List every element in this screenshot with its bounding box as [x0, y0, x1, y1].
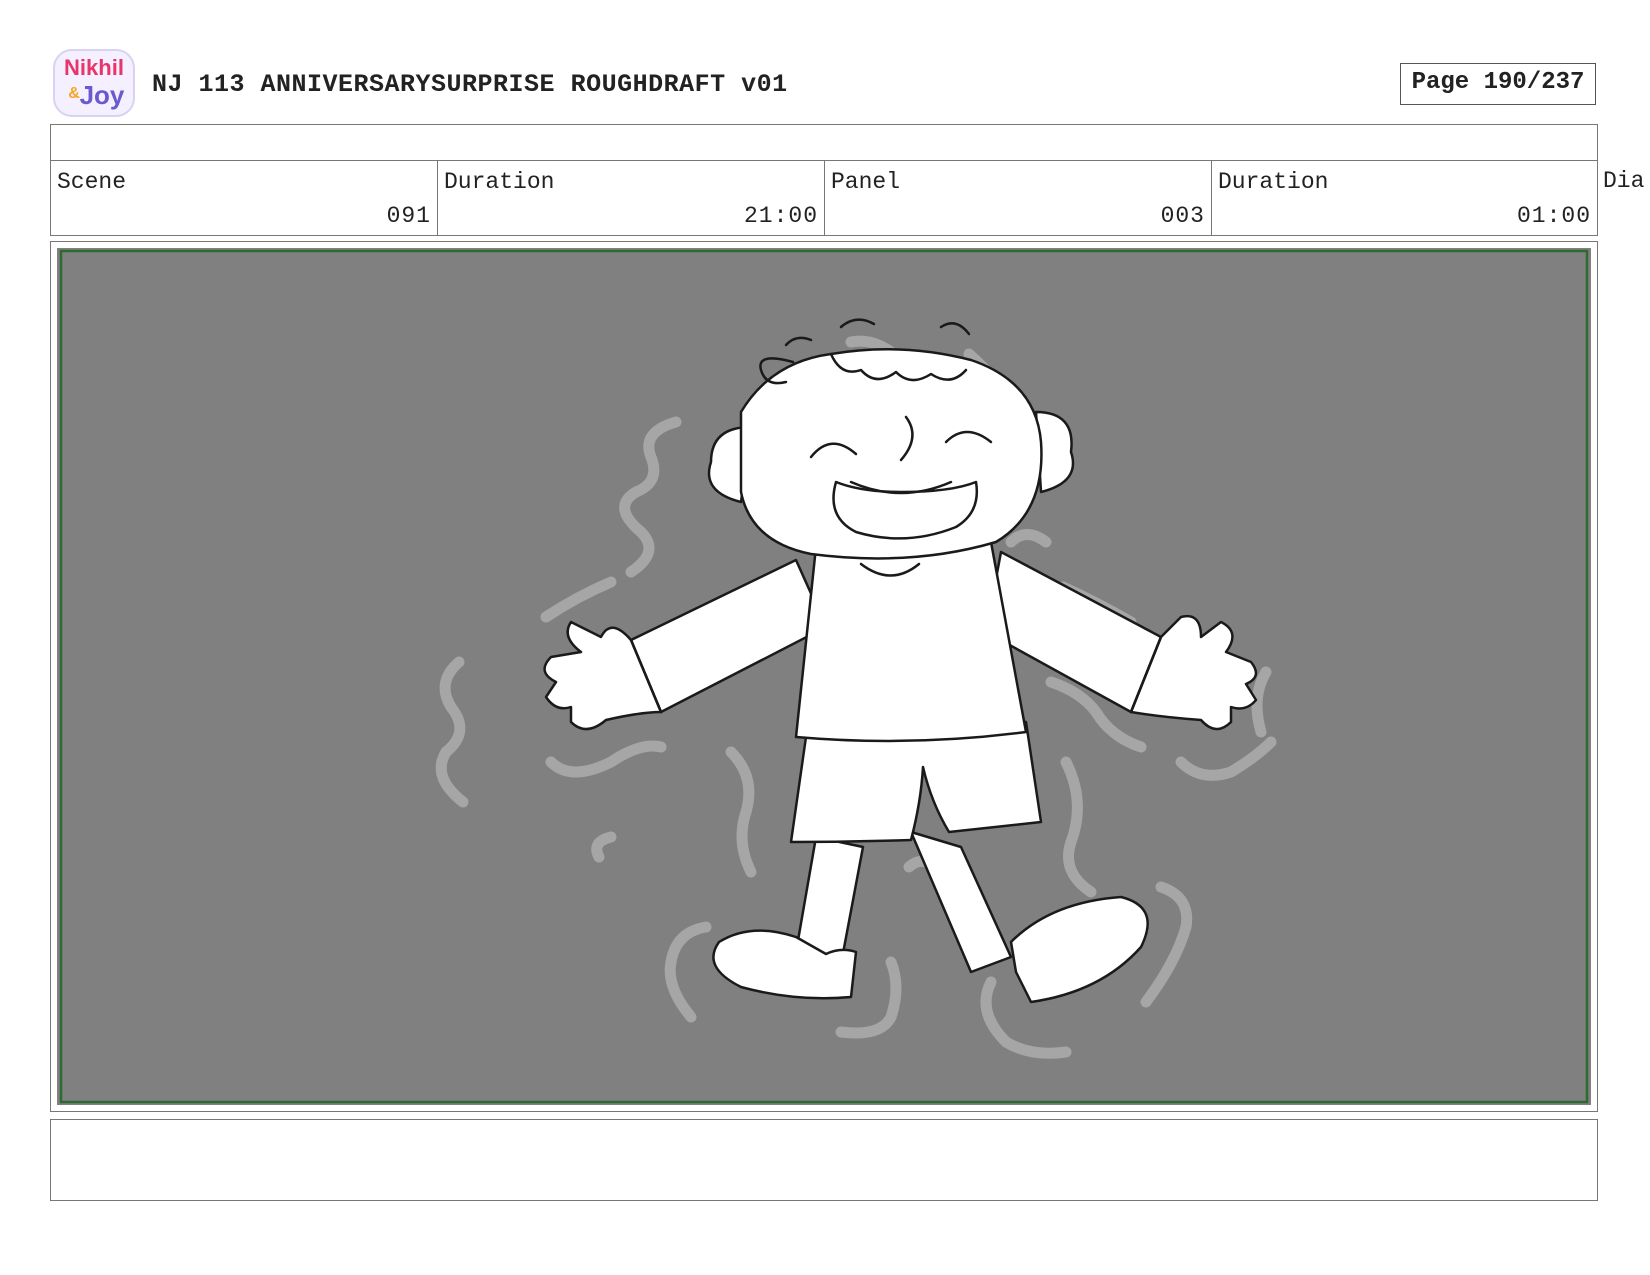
scene-duration-label: Duration: [444, 169, 555, 195]
dialogue-cell: Dia: [1597, 160, 1650, 236]
panel-notes-box: [50, 1119, 1598, 1201]
dialogue-label: Dia: [1603, 168, 1645, 194]
scene-cell: Scene 091: [50, 160, 438, 236]
svg-text:Nikhil: Nikhil: [64, 55, 124, 80]
scene-duration-cell: Duration 21:00: [437, 160, 825, 236]
panel-duration-label: Duration: [1218, 169, 1329, 195]
panel-value: 003: [1160, 203, 1205, 229]
svg-text:&: &: [68, 85, 80, 102]
page-indicator: Page 190/237: [1400, 63, 1596, 105]
panel-cell: Panel 003: [824, 160, 1212, 236]
scene-info-row: Scene 091 Duration 21:00 Panel 003 Durat…: [50, 160, 1650, 236]
document-title: NJ 113 ANNIVERSARYSURPRISE ROUGHDRAFT v0…: [152, 70, 788, 99]
header-strip: [50, 124, 1598, 161]
svg-text:Joy: Joy: [80, 80, 125, 110]
panel-label: Panel: [831, 169, 901, 195]
scene-label: Scene: [57, 169, 127, 195]
scene-value: 091: [386, 203, 431, 229]
panel-duration-value: 01:00: [1516, 203, 1591, 229]
storyboard-panel: [50, 241, 1598, 1112]
scene-duration-value: 21:00: [743, 203, 818, 229]
panel-drawing: [51, 242, 1597, 1111]
panel-duration-cell: Duration 01:00: [1211, 160, 1598, 236]
show-logo: Nikhil & Joy: [52, 48, 136, 118]
